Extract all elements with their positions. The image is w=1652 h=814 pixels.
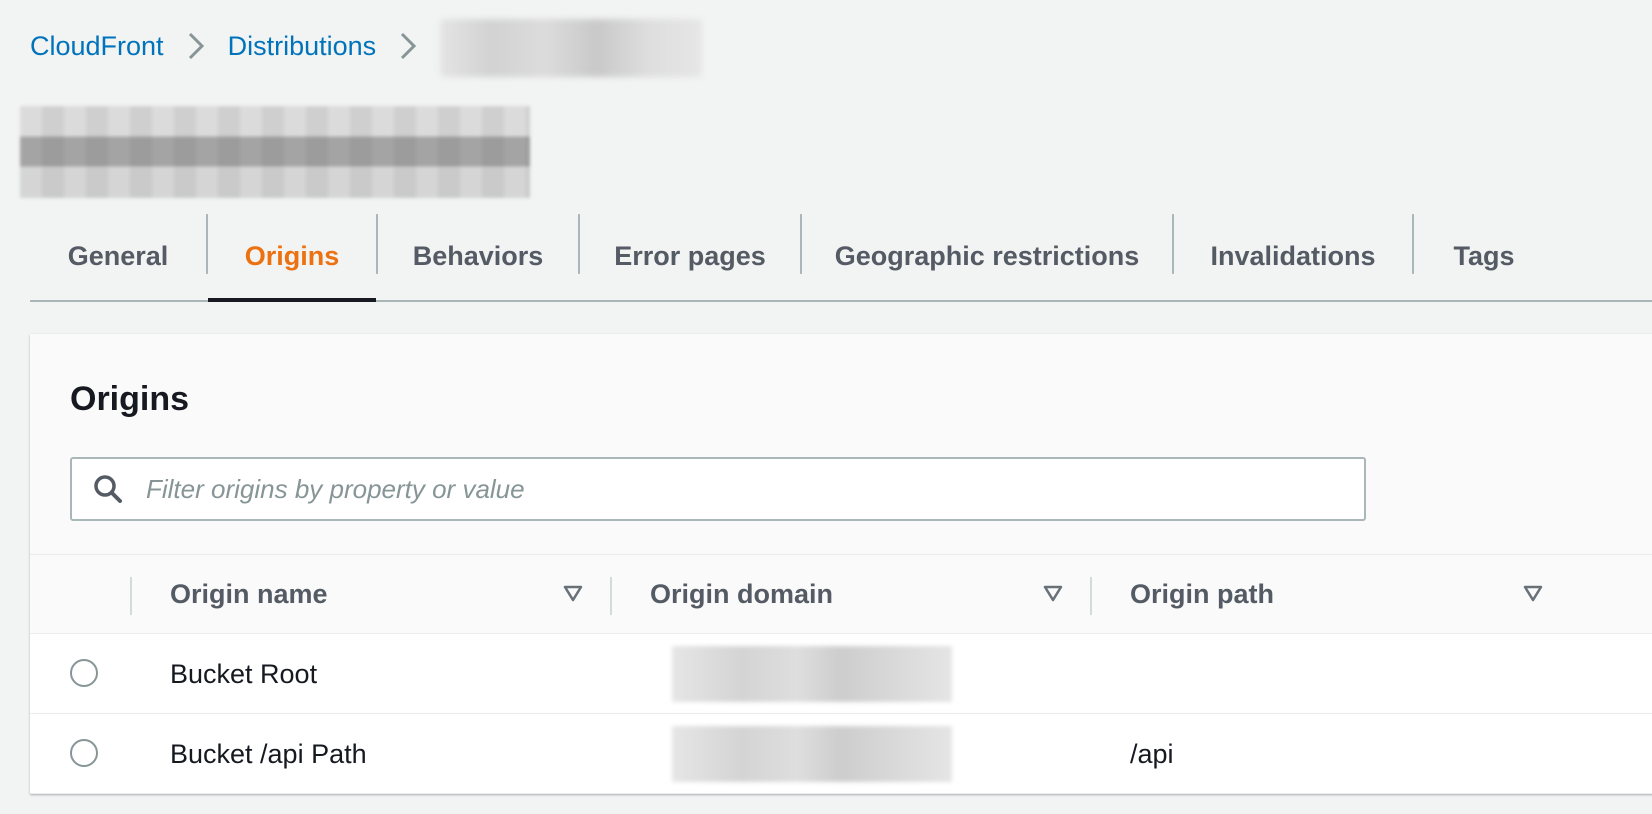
filter-origins-input[interactable] xyxy=(128,459,1364,519)
origins-panel: Origins Origin name Origin domain Origin… xyxy=(30,334,1652,794)
column-header-origin-domain[interactable]: Origin domain xyxy=(650,555,833,633)
chevron-right-icon xyxy=(388,26,428,66)
column-header-origin-path[interactable]: Origin path xyxy=(1130,555,1274,633)
column-divider xyxy=(1090,577,1092,615)
search-icon xyxy=(88,469,128,509)
origin-name-cell: Bucket Root xyxy=(170,658,318,689)
sort-caret-icon[interactable] xyxy=(1522,582,1544,604)
row-select-radio[interactable] xyxy=(70,739,98,767)
row-select-radio[interactable] xyxy=(70,659,98,687)
breadcrumb-distributions[interactable]: Distributions xyxy=(228,31,377,62)
origin-domain-redacted xyxy=(672,726,952,782)
tab-bar: General Origins Behaviors Error pages Ge… xyxy=(30,212,1652,302)
panel-title: Origins xyxy=(70,380,190,418)
origin-path-cell: /api xyxy=(1130,738,1174,769)
column-divider xyxy=(610,577,612,615)
breadcrumb-current-redacted xyxy=(440,19,703,77)
origin-name-cell: Bucket /api Path xyxy=(170,738,367,769)
breadcrumb-cloudfront[interactable]: CloudFront xyxy=(30,31,164,62)
sort-caret-icon[interactable] xyxy=(562,582,584,604)
tab-behaviors[interactable]: Behaviors xyxy=(378,212,578,300)
panel-header: Origins xyxy=(30,334,1652,554)
column-divider xyxy=(130,577,132,615)
breadcrumb: CloudFront Distributions xyxy=(30,19,703,77)
page-title-redacted xyxy=(20,106,530,198)
origin-domain-redacted xyxy=(672,646,952,702)
tab-general[interactable]: General xyxy=(30,212,206,300)
filter-search-box xyxy=(70,457,1366,521)
table-row[interactable]: Bucket /api Path /api xyxy=(30,714,1652,794)
tab-tags[interactable]: Tags xyxy=(1414,212,1554,300)
table-header: Origin name Origin domain Origin path xyxy=(30,554,1652,634)
sort-caret-icon[interactable] xyxy=(1042,582,1064,604)
table-row[interactable]: Bucket Root xyxy=(30,634,1652,714)
column-header-origin-name[interactable]: Origin name xyxy=(170,555,328,633)
tab-geographic-restrictions[interactable]: Geographic restrictions xyxy=(802,212,1172,300)
chevron-right-icon xyxy=(176,26,216,66)
tab-error-pages[interactable]: Error pages xyxy=(580,212,800,300)
tab-origins[interactable]: Origins xyxy=(208,212,376,302)
tab-invalidations[interactable]: Invalidations xyxy=(1174,212,1412,300)
